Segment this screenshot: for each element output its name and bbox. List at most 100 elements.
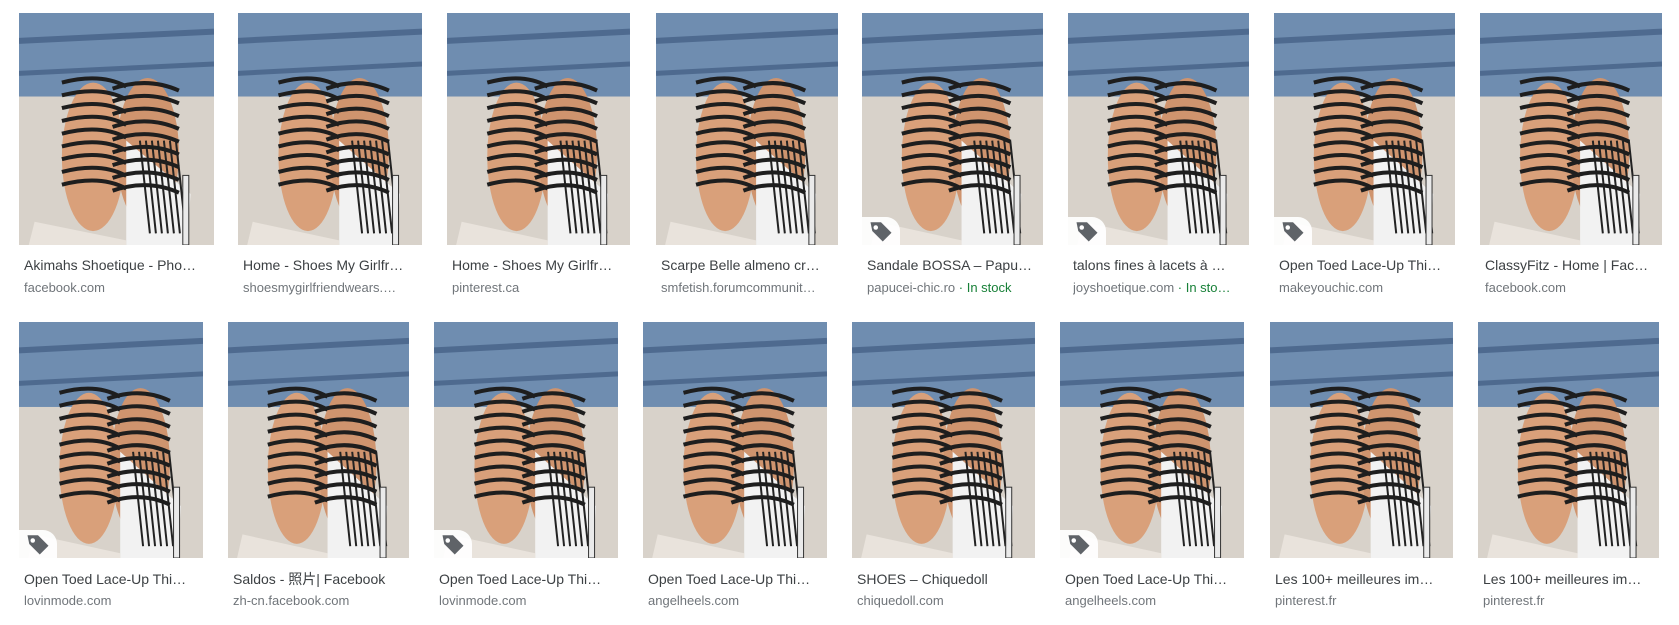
result-title[interactable]: Scarpe Belle almeno cr…	[661, 256, 838, 274]
result-thumbnail[interactable]	[1274, 13, 1455, 245]
sandal-photo	[447, 13, 630, 245]
image-result-card[interactable]: Open Toed Lace-Up Thi… lovinmode.com	[434, 322, 618, 611]
shopping-tag-icon	[434, 530, 472, 558]
image-result-card[interactable]: Akimahs Shoetique - Pho… facebook.com	[19, 13, 214, 298]
result-title[interactable]: ClassyFitz - Home | Fac…	[1485, 256, 1662, 274]
result-source: lovinmode.com	[24, 593, 203, 609]
sandal-photo	[228, 322, 409, 558]
result-source: shoesmygirlfriendwears.…	[243, 280, 422, 296]
result-source: pinterest.ca	[452, 280, 630, 296]
stock-status: · In sto…	[1174, 280, 1231, 295]
image-result-card[interactable]: ClassyFitz - Home | Fac… facebook.com	[1480, 13, 1662, 298]
image-result-card[interactable]: Home - Shoes My Girlfr… pinterest.ca	[447, 13, 630, 298]
source-domain: pinterest.fr	[1275, 593, 1337, 608]
source-domain: joyshoetique.com	[1073, 280, 1175, 295]
result-source: pinterest.fr	[1275, 593, 1453, 609]
sandal-photo	[1060, 322, 1244, 558]
sandal-photo	[862, 13, 1043, 245]
source-domain: angelheels.com	[648, 593, 740, 608]
result-source: makeyouchic.com	[1279, 280, 1455, 296]
result-title[interactable]: Open Toed Lace-Up Thi…	[439, 570, 618, 588]
source-domain: zh-cn.facebook.com	[233, 593, 350, 608]
result-title[interactable]: Saldos - 照片| Facebook	[233, 570, 409, 588]
image-result-card[interactable]: talons fines à lacets à … joyshoetique.co…	[1068, 13, 1249, 298]
sandal-photo	[19, 322, 203, 558]
source-domain: shoesmygirlfriendwears.…	[243, 280, 397, 295]
image-result-card[interactable]: Open Toed Lace-Up Thi… lovinmode.com	[19, 322, 203, 611]
sandal-photo	[1274, 13, 1455, 245]
source-domain: pinterest.fr	[1483, 593, 1545, 608]
result-thumbnail[interactable]	[1480, 13, 1662, 245]
result-source: smfetish.forumcommunit…	[661, 280, 838, 296]
result-thumbnail[interactable]	[434, 322, 618, 558]
stock-status: · In stock	[955, 280, 1012, 295]
result-title[interactable]: Open Toed Lace-Up Thi…	[648, 570, 827, 588]
image-result-card[interactable]: Saldos - 照片| Facebook zh-cn.facebook.com	[228, 322, 409, 611]
result-title[interactable]: Les 100+ meilleures im…	[1483, 570, 1659, 588]
sandal-photo	[852, 322, 1035, 558]
shopping-tag-icon	[1274, 217, 1312, 245]
image-result-card[interactable]: Open Toed Lace-Up Thi… makeyouchic.com	[1274, 13, 1455, 298]
result-source: facebook.com	[1485, 280, 1662, 296]
result-thumbnail[interactable]	[19, 13, 214, 245]
result-title[interactable]: talons fines à lacets à …	[1073, 256, 1249, 274]
result-title[interactable]: Akimahs Shoetique - Pho…	[24, 256, 214, 274]
result-source: pinterest.fr	[1483, 593, 1659, 609]
result-source: joyshoetique.com · In sto…	[1073, 280, 1249, 296]
result-thumbnail[interactable]	[1068, 13, 1249, 245]
source-domain: facebook.com	[24, 280, 105, 295]
result-thumbnail[interactable]	[643, 322, 827, 558]
result-title[interactable]: Home - Shoes My Girlfr…	[243, 256, 422, 274]
result-thumbnail[interactable]	[1270, 322, 1453, 558]
shopping-tag-icon	[1068, 217, 1106, 245]
source-domain: makeyouchic.com	[1279, 280, 1384, 295]
sandal-photo	[1480, 13, 1662, 245]
result-source: lovinmode.com	[439, 593, 618, 609]
source-domain: facebook.com	[1485, 280, 1566, 295]
source-domain: lovinmode.com	[439, 593, 527, 608]
result-source: papucei-chic.ro · In stock	[867, 280, 1043, 296]
result-thumbnail[interactable]	[1060, 322, 1244, 558]
result-title[interactable]: Open Toed Lace-Up Thi…	[1065, 570, 1244, 588]
image-result-card[interactable]: Home - Shoes My Girlfr… shoesmygirlfriend…	[238, 13, 422, 298]
shopping-tag-icon	[19, 530, 57, 558]
result-source: angelheels.com	[1065, 593, 1244, 609]
result-thumbnail[interactable]	[1478, 322, 1659, 558]
image-result-card[interactable]: Sandale BOSSA – Papu… papucei-chic.ro · I…	[862, 13, 1043, 298]
result-thumbnail[interactable]	[447, 13, 630, 245]
sandal-photo	[19, 13, 214, 245]
result-title[interactable]: Les 100+ meilleures im…	[1275, 570, 1453, 588]
image-result-card[interactable]: SHOES – Chiquedoll chiquedoll.com	[852, 322, 1035, 611]
result-title[interactable]: SHOES – Chiquedoll	[857, 570, 1035, 588]
sandal-photo	[643, 322, 827, 558]
source-domain: angelheels.com	[1065, 593, 1157, 608]
result-thumbnail[interactable]	[852, 322, 1035, 558]
sandal-photo	[1478, 322, 1659, 558]
sandal-photo	[656, 13, 838, 245]
result-thumbnail[interactable]	[862, 13, 1043, 245]
result-thumbnail[interactable]	[228, 322, 409, 558]
image-result-card[interactable]: Open Toed Lace-Up Thi… angelheels.com	[643, 322, 827, 611]
result-title[interactable]: Home - Shoes My Girlfr…	[452, 256, 630, 274]
result-thumbnail[interactable]	[238, 13, 422, 245]
sandal-photo	[1068, 13, 1249, 245]
result-title[interactable]: Sandale BOSSA – Papu…	[867, 256, 1043, 274]
result-source: zh-cn.facebook.com	[233, 593, 409, 609]
result-title[interactable]: Open Toed Lace-Up Thi…	[24, 570, 203, 588]
sandal-photo	[238, 13, 422, 245]
image-result-card[interactable]: Scarpe Belle almeno cr… smfetish.forumcom…	[656, 13, 838, 298]
source-domain: smfetish.forumcommunit…	[661, 280, 816, 295]
image-results-grid: Akimahs Shoetique - Pho… facebook.com Hom…	[0, 0, 1679, 625]
result-source: chiquedoll.com	[857, 593, 1035, 609]
shopping-tag-icon	[1060, 530, 1098, 558]
result-thumbnail[interactable]	[19, 322, 203, 558]
image-result-card[interactable]: Open Toed Lace-Up Thi… angelheels.com	[1060, 322, 1244, 611]
result-title[interactable]: Open Toed Lace-Up Thi…	[1279, 256, 1455, 274]
sandal-photo	[434, 322, 618, 558]
result-source: angelheels.com	[648, 593, 827, 609]
image-result-card[interactable]: Les 100+ meilleures im… pinterest.fr	[1478, 322, 1659, 611]
result-source: facebook.com	[24, 280, 214, 296]
image-result-card[interactable]: Les 100+ meilleures im… pinterest.fr	[1270, 322, 1453, 611]
source-domain: chiquedoll.com	[857, 593, 944, 608]
result-thumbnail[interactable]	[656, 13, 838, 245]
